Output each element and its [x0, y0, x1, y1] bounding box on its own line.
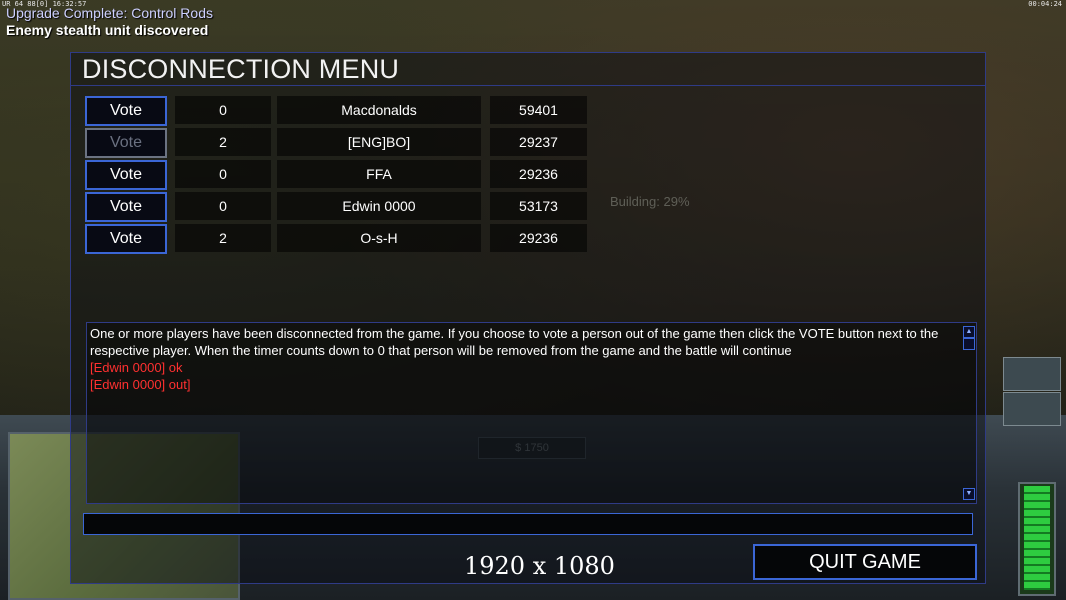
- message-log-text: One or more players have been disconnect…: [90, 325, 962, 393]
- dialog-title: DISCONNECTION MENU: [82, 54, 400, 84]
- title-divider: [71, 85, 985, 86]
- game-clock: 00:04:24: [1028, 0, 1062, 8]
- vote-count: 0: [175, 160, 271, 188]
- resolution-label: 1920 x 1080: [464, 552, 615, 580]
- vote-button[interactable]: Vote: [85, 96, 167, 126]
- chat-input[interactable]: [83, 513, 973, 535]
- scroll-up-icon[interactable]: ▲: [963, 326, 975, 338]
- unit-build-icon[interactable]: [1003, 357, 1061, 391]
- vote-button[interactable]: Vote: [85, 224, 167, 254]
- player-name: [ENG]BO]: [277, 128, 481, 156]
- power-level-fill: [1024, 485, 1050, 590]
- scroll-down-icon[interactable]: ▼: [963, 488, 975, 500]
- vote-button[interactable]: Vote: [85, 128, 167, 158]
- disconnection-dialog: DISCONNECTION MENU Vote 0 Macdonalds 594…: [70, 52, 986, 584]
- player-name: O-s-H: [277, 224, 481, 252]
- player-ping: 29236: [490, 224, 587, 252]
- aircraft-build-icon[interactable]: [1003, 392, 1061, 426]
- vote-button[interactable]: Vote: [85, 160, 167, 190]
- player-name: FFA: [277, 160, 481, 188]
- vote-count: 0: [175, 192, 271, 220]
- player-ping: 29236: [490, 160, 587, 188]
- message-log: One or more players have been disconnect…: [86, 322, 977, 504]
- status-line: [Edwin 0000] out]: [90, 377, 191, 392]
- vote-count: 2: [175, 128, 271, 156]
- player-name: Macdonalds: [277, 96, 481, 124]
- stealth-notice: Enemy stealth unit discovered: [6, 22, 209, 38]
- power-meter: [1018, 482, 1056, 596]
- disconnect-info-text: One or more players have been disconnect…: [90, 326, 939, 358]
- player-ping: 53173: [490, 192, 587, 220]
- message-scrollbar[interactable]: ▲ ▼: [961, 323, 976, 503]
- player-ping: 59401: [490, 96, 587, 124]
- vote-count: 2: [175, 224, 271, 252]
- vote-count: 0: [175, 96, 271, 124]
- vote-button[interactable]: Vote: [85, 192, 167, 222]
- player-ping: 29237: [490, 128, 587, 156]
- status-line: [Edwin 0000] ok: [90, 360, 183, 375]
- quit-game-button[interactable]: QUIT GAME: [753, 544, 977, 580]
- upgrade-notice: Upgrade Complete: Control Rods: [6, 5, 213, 21]
- scroll-thumb[interactable]: [963, 338, 975, 350]
- player-name: Edwin 0000: [277, 192, 481, 220]
